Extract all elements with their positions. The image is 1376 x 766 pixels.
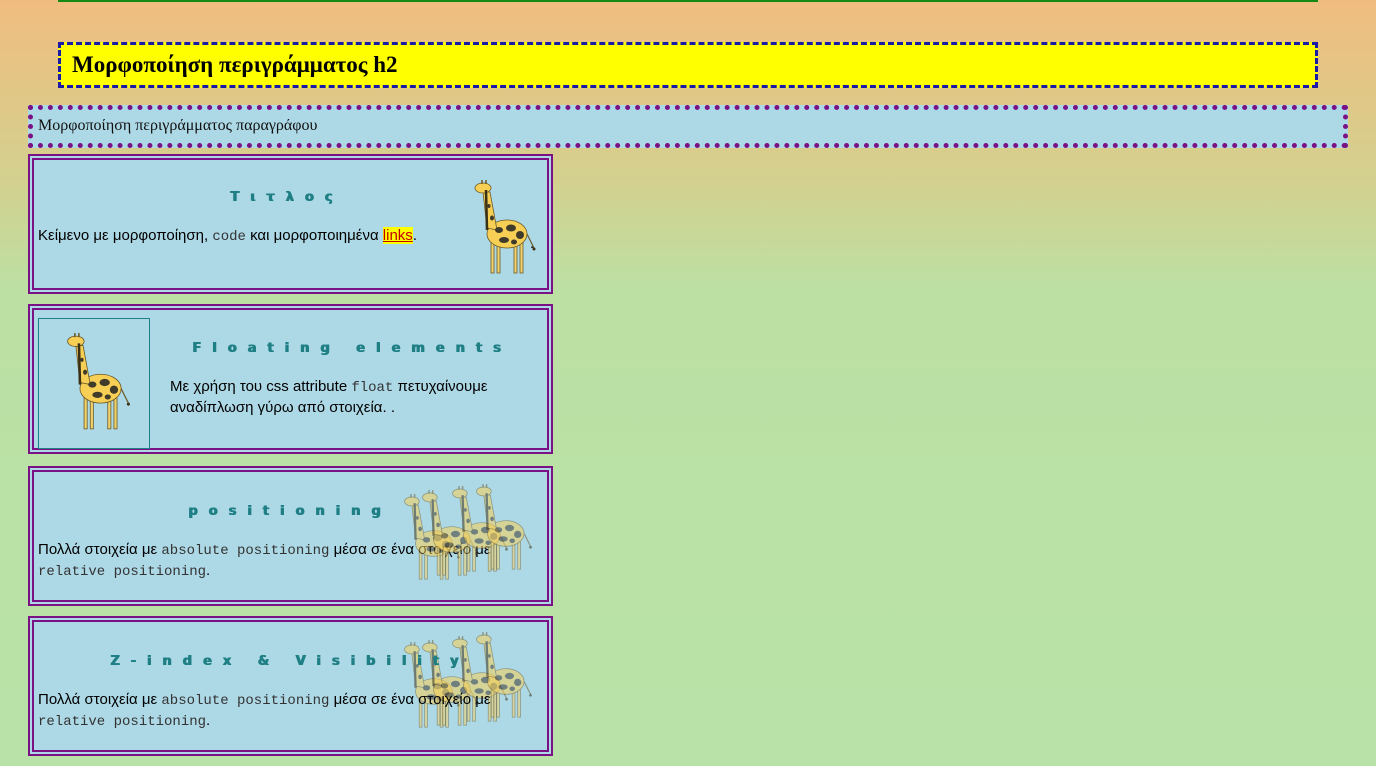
text-segment: Με χρήση του css attribute <box>170 378 352 395</box>
text-segment: . <box>412 227 417 244</box>
code-snippet: absolute positioning <box>161 693 330 709</box>
text-segment: Πολλά στοιχεία με <box>38 541 162 558</box>
text-segment: . <box>206 712 211 729</box>
text-segment: . <box>206 562 211 579</box>
h2-bordered-box: Μορφοποίηση περιγράμματος h2 <box>58 42 1318 88</box>
figure-frame <box>38 318 150 449</box>
text-segment: και μορφοποιημένα <box>245 227 383 244</box>
code-snippet: absolute positioning <box>161 543 330 559</box>
giraffe-icon <box>61 331 136 434</box>
code-snippet: relative positioning <box>38 714 207 730</box>
code-snippet: code <box>212 229 246 245</box>
card-floating-elements: Floating elements Με χρήση του css attri… <box>28 304 553 454</box>
card-text: Κείμενο με μορφοποίηση, code και μορφοπο… <box>38 226 478 247</box>
card-title: Τιτλος Κείμενο με μορφοποίηση, code και … <box>28 154 553 294</box>
page-heading: Μορφοποίηση περιγράμματος h2 <box>72 52 398 77</box>
card-heading: Floating elements <box>192 341 512 356</box>
paragraph-bordered-box: Μορφοποίηση περιγράμματος παραγράφου <box>28 105 1348 148</box>
trailing-dot: . <box>530 235 535 252</box>
paragraph-text: Μορφοποίηση περιγράμματος παραγράφου <box>38 117 318 134</box>
card-text: Πολλά στοιχεία με absolute positioning μ… <box>38 690 540 732</box>
top-rule <box>58 0 1318 2</box>
giraffe-icon <box>472 482 536 574</box>
card-heading: Τιτλος <box>230 190 344 205</box>
text-segment: μέσα σε ένα στοιχείο με <box>329 691 491 708</box>
card-heading: positioning <box>188 504 392 519</box>
card-text: Με χρήση του css attribute float πετυχαί… <box>170 377 530 418</box>
text-segment: Κείμενο με μορφοποίηση, <box>38 227 213 244</box>
links-link[interactable]: links <box>382 227 413 244</box>
giraffe-icon <box>470 178 540 278</box>
card-positioning: positioning Πολλά στοιχεία με absolute p… <box>28 466 553 606</box>
card-heading: Z-index & Visibility <box>110 654 470 669</box>
code-snippet: relative positioning <box>38 564 207 580</box>
card-z-index-visibility: Z-index & Visibility Πολλά στοιχεία με a… <box>28 616 553 756</box>
text-segment: Πολλά στοιχεία με <box>38 691 162 708</box>
code-snippet: float <box>351 380 394 396</box>
